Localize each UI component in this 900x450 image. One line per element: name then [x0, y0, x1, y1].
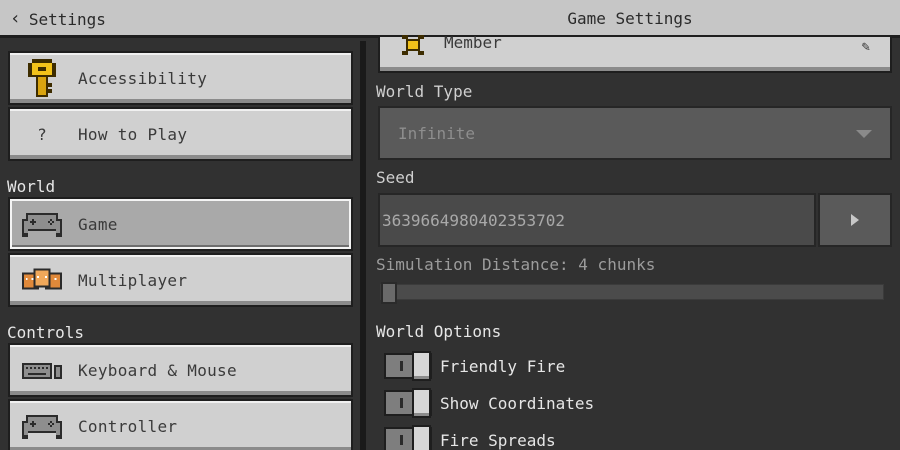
sidebar-item-label: Controller: [78, 416, 178, 436]
sidebar-item-accessibility[interactable]: Accessibility: [8, 51, 353, 105]
world-type-label: World Type: [376, 82, 473, 101]
seed-picker-button[interactable]: [818, 193, 892, 247]
toggle-label: Show Coordinates: [440, 393, 595, 413]
section-label-world: World: [7, 177, 56, 196]
simulation-distance-label: Simulation Distance: 4 chunks: [376, 255, 656, 274]
question-icon: ?: [37, 124, 47, 144]
chevron-left-icon: ‹: [10, 8, 21, 29]
sidebar-item-game[interactable]: Game: [8, 197, 353, 251]
chevron-down-icon: [856, 130, 872, 138]
world-type-dropdown[interactable]: Infinite: [378, 106, 892, 160]
seed-field-container: [378, 193, 816, 247]
key-icon: [22, 58, 62, 98]
world-type-value: Infinite: [398, 123, 476, 143]
gamepad-icon: [22, 406, 62, 446]
friendly-fire-toggle[interactable]: [384, 351, 432, 381]
simulation-distance-slider[interactable]: [380, 282, 884, 304]
game-settings-panel: Member ✎ World Type Infinite Seed Simula…: [366, 33, 900, 450]
toggle-row-fire-spreads: Fire Spreads: [384, 425, 556, 450]
toggle-label: Fire Spreads: [440, 430, 556, 450]
slider-thumb[interactable]: [381, 282, 397, 304]
toggle-row-friendly-fire: Friendly Fire: [384, 351, 565, 381]
sidebar-item-label: Game: [78, 214, 118, 234]
seed-input[interactable]: [382, 210, 802, 230]
permission-value: Member: [444, 32, 502, 52]
edit-icon: ✎: [861, 39, 870, 55]
back-button[interactable]: ‹ Settings: [10, 6, 106, 32]
sidebar-item-label: Multiplayer: [78, 270, 188, 290]
keyboard-icon: [22, 350, 62, 390]
seed-label: Seed: [376, 168, 415, 187]
gamepad-icon: [22, 204, 62, 244]
sidebar-item-multiplayer[interactable]: Multiplayer: [8, 253, 353, 307]
sidebar-item-keyboard-mouse[interactable]: Keyboard & Mouse: [8, 343, 353, 397]
toggle-row-show-coordinates: Show Coordinates: [384, 388, 594, 418]
toggle-knob: [412, 425, 431, 450]
toggle-notch: [400, 361, 403, 371]
section-label-controls: Controls: [7, 323, 85, 342]
back-label: Settings: [28, 9, 106, 29]
sidebar-item-controller[interactable]: Controller: [8, 399, 353, 450]
toggle-knob: [412, 351, 431, 381]
toggle-knob: [412, 388, 431, 418]
sidebar-item-label: Keyboard & Mouse: [78, 360, 237, 380]
settings-sidebar: Accessibility ? How to Play World Game M…: [0, 41, 360, 450]
sidebar-item-how-to-play[interactable]: ? How to Play: [8, 107, 353, 161]
sidebar-item-label: Accessibility: [78, 68, 208, 88]
play-icon: [851, 214, 859, 226]
toggle-label: Friendly Fire: [440, 356, 566, 376]
member-icon: [400, 35, 426, 59]
sidebar-item-label: How to Play: [78, 124, 188, 144]
show-coordinates-toggle[interactable]: [384, 388, 432, 418]
world-options-label: World Options: [376, 322, 502, 341]
page-title: Game Settings: [567, 9, 693, 28]
multiplayer-icon: [22, 260, 62, 300]
toggle-notch: [400, 398, 403, 408]
permission-dropdown[interactable]: Member ✎: [378, 32, 892, 73]
fire-spreads-toggle[interactable]: [384, 425, 432, 450]
toggle-notch: [400, 435, 403, 445]
